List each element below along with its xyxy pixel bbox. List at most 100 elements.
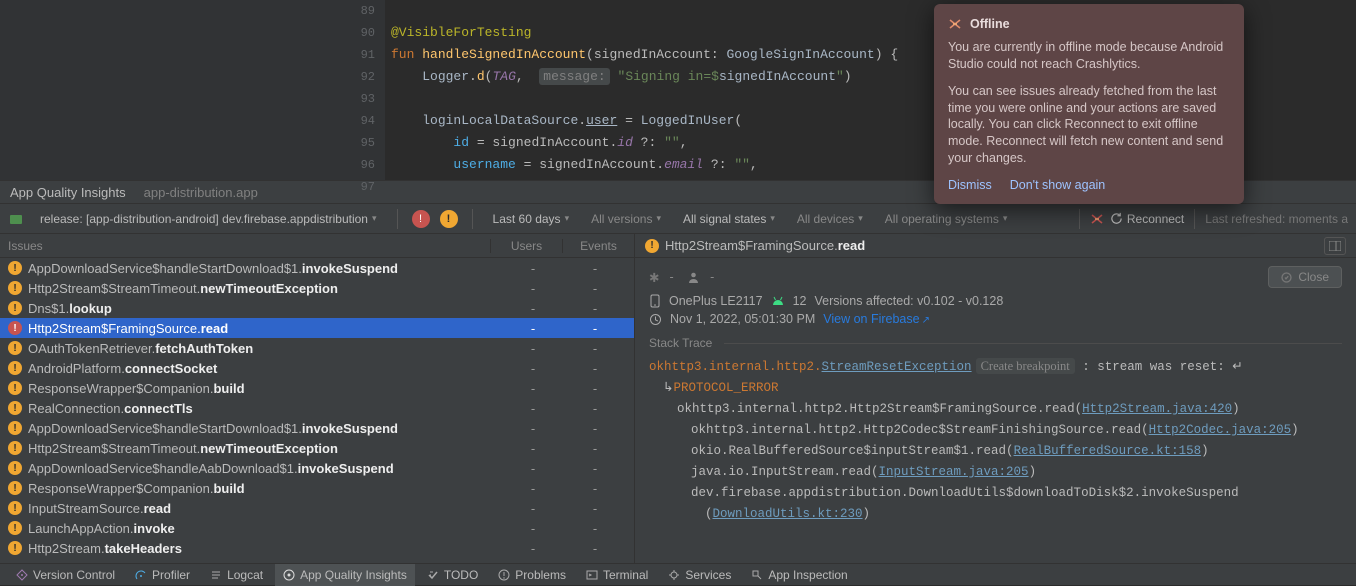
issue-row[interactable]: ! Dns$1.lookup - - <box>0 298 634 318</box>
stack-frame-link[interactable]: RealBufferedSource.kt:158 <box>1014 444 1202 458</box>
aqi-icon <box>283 569 295 581</box>
issue-row[interactable]: ! AppDownloadService$handleAabDownload$1… <box>0 458 634 478</box>
stack-frame-link[interactable]: Http2Stream.java:420 <box>1082 402 1232 416</box>
release-selector[interactable]: release: [app-distribution-android] dev.… <box>34 210 383 228</box>
detail-title: Http2Stream$FramingSource.read <box>665 238 865 253</box>
line-gutter: 899091929394959697 <box>305 0 385 180</box>
chevron-down-icon: ▾ <box>372 213 377 224</box>
tab-logcat[interactable]: Logcat <box>202 564 271 586</box>
offline-popup: Offline You are currently in offline mod… <box>934 4 1244 204</box>
detail-pane: ! Http2Stream$FramingSource.read ✱ - - C… <box>635 234 1356 563</box>
reconnect-button[interactable]: Reconnect <box>1110 212 1184 226</box>
view-on-firebase-link[interactable]: View on Firebase↗ <box>823 312 930 326</box>
tab-terminal[interactable]: Terminal <box>578 564 656 586</box>
issue-row[interactable]: ! Http2Stream.takeHeaders - - <box>0 538 634 558</box>
device-row: OnePlus LE2117 12 Versions affected: v0.… <box>635 292 1356 310</box>
tab-todo[interactable]: TODO <box>419 564 486 586</box>
signal-filter[interactable]: All signal states▾ <box>677 210 781 228</box>
module-icon <box>8 211 24 227</box>
git-icon <box>16 569 28 581</box>
fatal-filter-toggle[interactable]: ! <box>412 210 430 228</box>
issue-severity-icon: ! <box>645 239 659 253</box>
issue-severity-icon: ! <box>8 401 22 415</box>
offline-icon <box>1090 212 1104 226</box>
issues-pane: Issues Users Events ! AppDownloadService… <box>0 234 635 563</box>
issue-row[interactable]: ! AppDownloadService$handleStartDownload… <box>0 258 634 278</box>
divider <box>1194 209 1195 229</box>
issue-severity-icon: ! <box>8 461 22 475</box>
issues-list[interactable]: ! AppDownloadService$handleStartDownload… <box>0 258 634 563</box>
close-button[interactable]: Close <box>1268 266 1342 288</box>
issue-row[interactable]: ! Http2Stream$StreamTimeout.newTimeoutEx… <box>0 438 634 458</box>
aqi-panel-title: App Quality Insights <box>10 185 126 200</box>
devices-filter[interactable]: All devices▾ <box>791 210 869 228</box>
issue-severity-icon: ! <box>8 361 22 375</box>
nonfatal-filter-toggle[interactable]: ! <box>440 210 458 228</box>
aqi-toolbar: release: [app-distribution-android] dev.… <box>0 204 1356 234</box>
device-icon <box>649 294 661 308</box>
tab-services[interactable]: Services <box>660 564 739 586</box>
issue-severity-icon: ! <box>8 541 22 555</box>
tab-app quality insights[interactable]: App Quality Insights <box>275 564 415 586</box>
create-breakpoint-link[interactable]: Create breakpoint <box>976 358 1075 374</box>
dismiss-link[interactable]: Dismiss <box>948 177 992 194</box>
issue-severity-icon: ! <box>8 341 22 355</box>
issue-severity-icon: ! <box>8 481 22 495</box>
issue-row[interactable]: ! ResponseWrapper$Companion.build - - <box>0 478 634 498</box>
inspection-icon <box>751 569 763 581</box>
stack-frame-link[interactable]: Http2Codec.java:205 <box>1149 423 1292 437</box>
problems-icon <box>498 569 510 581</box>
tab-app inspection[interactable]: App Inspection <box>743 564 855 586</box>
col-users[interactable]: Users <box>490 239 562 253</box>
issue-severity-icon: ! <box>8 441 22 455</box>
todo-icon <box>427 569 439 581</box>
issue-severity-icon: ! <box>8 301 22 315</box>
versions-filter[interactable]: All versions▾ <box>585 210 667 228</box>
nav-text2: - <box>710 270 714 284</box>
stack-trace[interactable]: okhttp3.internal.http2.StreamResetExcept… <box>635 350 1356 531</box>
layout-toggle[interactable] <box>1324 237 1346 255</box>
issue-row[interactable]: ! InputStreamSource.read - - <box>0 498 634 518</box>
issue-row[interactable]: ! LaunchAppAction.invoke - - <box>0 518 634 538</box>
external-link-icon: ↗ <box>922 315 930 326</box>
os-filter[interactable]: All operating systems▾ <box>879 210 1014 228</box>
stack-trace-label: Stack Trace <box>635 332 1356 350</box>
detail-meta-row: ✱ - - Close <box>635 258 1356 292</box>
api-level: 12 <box>793 294 807 308</box>
divider <box>472 209 473 229</box>
stack-frame-link[interactable]: InputStream.java:205 <box>879 465 1029 479</box>
col-events[interactable]: Events <box>562 239 634 253</box>
stack-frame-link[interactable]: DownloadUtils.kt:230 <box>713 507 863 521</box>
issue-row[interactable]: ! OAuthTokenRetriever.fetchAuthToken - - <box>0 338 634 358</box>
tab-profiler[interactable]: Profiler <box>127 564 198 586</box>
dont-show-link[interactable]: Don't show again <box>1010 177 1106 194</box>
issue-severity-icon: ! <box>8 381 22 395</box>
issue-row[interactable]: ! Http2Stream$StreamTimeout.newTimeoutEx… <box>0 278 634 298</box>
device-name: OnePlus LE2117 <box>669 294 763 308</box>
signal-icon[interactable]: ✱ <box>649 270 659 285</box>
issue-severity-icon: ! <box>8 281 22 295</box>
android-icon <box>771 295 785 307</box>
gutter-margin <box>0 0 305 180</box>
issue-row[interactable]: ! RealConnection.connectTls - - <box>0 398 634 418</box>
tab-problems[interactable]: Problems <box>490 564 574 586</box>
issue-severity-icon: ! <box>8 321 22 335</box>
issue-row[interactable]: ! AndroidPlatform.connectSocket - - <box>0 358 634 378</box>
issues-table-header: Issues Users Events <box>0 234 634 258</box>
profiler-icon <box>135 569 147 581</box>
col-issues[interactable]: Issues <box>0 239 490 253</box>
services-icon <box>668 569 680 581</box>
issue-row[interactable]: ! Http2Stream$FramingSource.read - - <box>0 318 634 338</box>
tab-version control[interactable]: Version Control <box>8 564 123 586</box>
issue-row[interactable]: ! AppDownloadService$handleStartDownload… <box>0 418 634 438</box>
detail-header: ! Http2Stream$FramingSource.read <box>635 234 1356 258</box>
time-filter[interactable]: Last 60 days▾ <box>487 210 576 228</box>
terminal-icon <box>586 569 598 581</box>
issue-row[interactable]: ! ResponseWrapper$Companion.build - - <box>0 378 634 398</box>
nav-text: - <box>669 270 677 284</box>
aqi-app-name: app-distribution.app <box>144 185 258 200</box>
issue-severity-icon: ! <box>8 261 22 275</box>
issue-severity-icon: ! <box>8 521 22 535</box>
offline-msg-2: You can see issues already fetched from … <box>948 83 1230 167</box>
offline-msg-1: You are currently in offline mode becaus… <box>948 39 1230 73</box>
